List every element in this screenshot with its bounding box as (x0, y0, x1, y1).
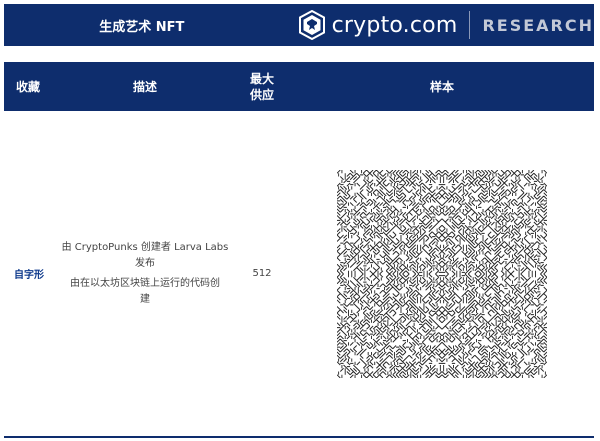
page-header: 生成艺术 NFT crypto.com RESEARCH (4, 4, 594, 46)
collection-link[interactable]: 自字形 (14, 266, 44, 281)
brand-divider (469, 11, 471, 39)
sample-cell (290, 169, 594, 378)
nft-table: 收藏 描述 最大 供应 样本 自字形 由 CryptoPunks 创建者 Lar… (4, 62, 594, 438)
brand-logo: crypto.com RESEARCH (298, 4, 594, 46)
description-line-2: 发布 (135, 257, 155, 269)
glyph-strokes (337, 169, 547, 378)
supply-cell: 512 (234, 268, 290, 279)
description-line-1: 由 CryptoPunks 创建者 Larva Labs (61, 241, 229, 253)
header-max-supply-line1: 最大 (249, 71, 274, 86)
header-collection: 收藏 (16, 79, 41, 94)
header-max-supply: 最大 供应 (234, 71, 290, 103)
brand-name: crypto.com (331, 12, 458, 38)
page-title: 生成艺术 NFT (99, 19, 185, 35)
max-supply-value: 512 (252, 268, 272, 279)
brand-research-label: RESEARCH (482, 15, 594, 35)
shield-icon (298, 10, 325, 40)
header-description: 描述 (132, 79, 157, 94)
table-row: 自字形 由 CryptoPunks 创建者 Larva Labs 发布 由在以太… (4, 111, 594, 436)
description-line-3: 由在以太坊区块链上运行的代码创 (70, 277, 220, 289)
description-cell: 由 CryptoPunks 创建者 Larva Labs 发布 由在以太坊区块链… (56, 240, 234, 308)
description-line-4: 建 (140, 293, 150, 305)
collection-cell: 自字形 (4, 266, 56, 281)
header-sample: 样本 (429, 79, 454, 94)
autoglyph-sample-image (337, 169, 547, 378)
table-header-row: 收藏 描述 最大 供应 样本 (4, 62, 594, 111)
header-max-supply-line2: 供应 (249, 87, 274, 102)
